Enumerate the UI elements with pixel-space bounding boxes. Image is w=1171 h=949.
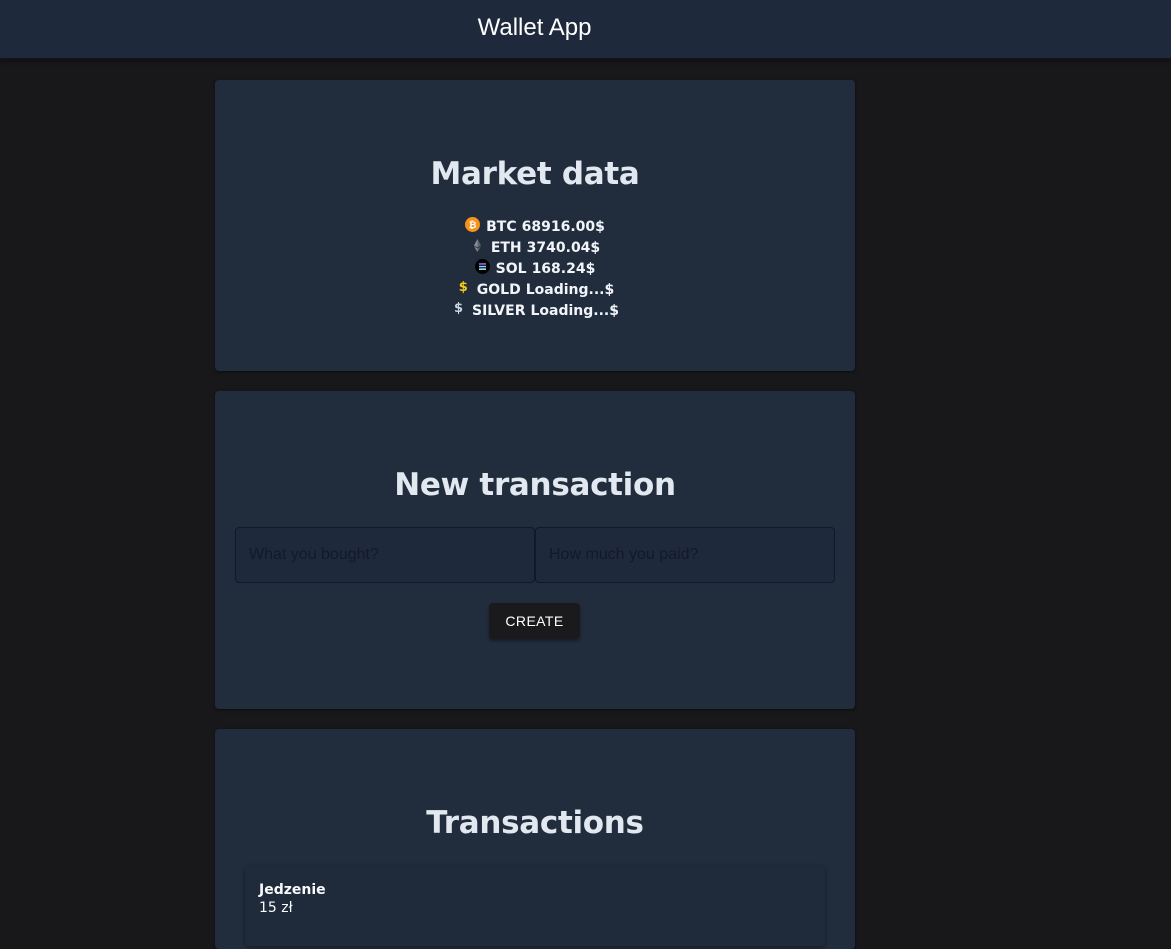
market-price: 168.24$	[531, 260, 596, 277]
market-symbol: BTC	[486, 218, 517, 235]
svg-text:₿: ₿	[469, 220, 477, 231]
market-price: 68916.00$	[521, 218, 605, 235]
transaction-inputs	[235, 527, 835, 583]
item-input[interactable]	[235, 527, 535, 583]
amount-input[interactable]	[535, 527, 835, 583]
gold-dollar-icon: $	[458, 280, 468, 295]
app-header: Wallet App	[0, 0, 1171, 60]
market-data-card: Market data ₿ BTC 68916.00$ ETH 3740.04$…	[215, 80, 855, 371]
market-data-title: Market data	[430, 156, 640, 192]
app-title: Wallet App	[477, 14, 592, 41]
transactions-title: Transactions	[426, 805, 644, 841]
market-data-list: ₿ BTC 68916.00$ ETH 3740.04$ SOL 168.24$…	[215, 216, 855, 321]
transactions-card: Transactions Jedzenie 15 zł	[215, 729, 855, 949]
market-row-silver: $ SILVER Loading...$	[215, 300, 855, 321]
new-transaction-card: New transaction CREATE	[215, 391, 855, 709]
create-button[interactable]: CREATE	[489, 603, 580, 639]
market-row-sol: SOL 168.24$	[215, 258, 855, 279]
market-price: Loading...$	[525, 281, 615, 298]
market-symbol: GOLD	[476, 281, 521, 298]
market-row-eth: ETH 3740.04$	[215, 237, 855, 258]
market-price: 3740.04$	[526, 239, 601, 256]
transaction-amount: 15 zł	[259, 900, 293, 916]
market-symbol: SOL	[495, 260, 527, 277]
bitcoin-icon: ₿	[465, 217, 481, 232]
market-symbol: SILVER	[472, 302, 526, 319]
ethereum-icon	[470, 238, 485, 253]
market-row-gold: $ GOLD Loading...$	[215, 279, 855, 300]
solana-icon	[474, 259, 490, 274]
market-symbol: ETH	[490, 239, 522, 256]
market-price: Loading...$	[530, 302, 619, 319]
market-row-btc: ₿ BTC 68916.00$	[215, 216, 855, 237]
transaction-item[interactable]: Jedzenie 15 zł	[245, 866, 825, 946]
transaction-name: Jedzenie	[259, 882, 326, 898]
silver-dollar-icon: $	[453, 301, 464, 316]
new-transaction-title: New transaction	[394, 467, 676, 503]
